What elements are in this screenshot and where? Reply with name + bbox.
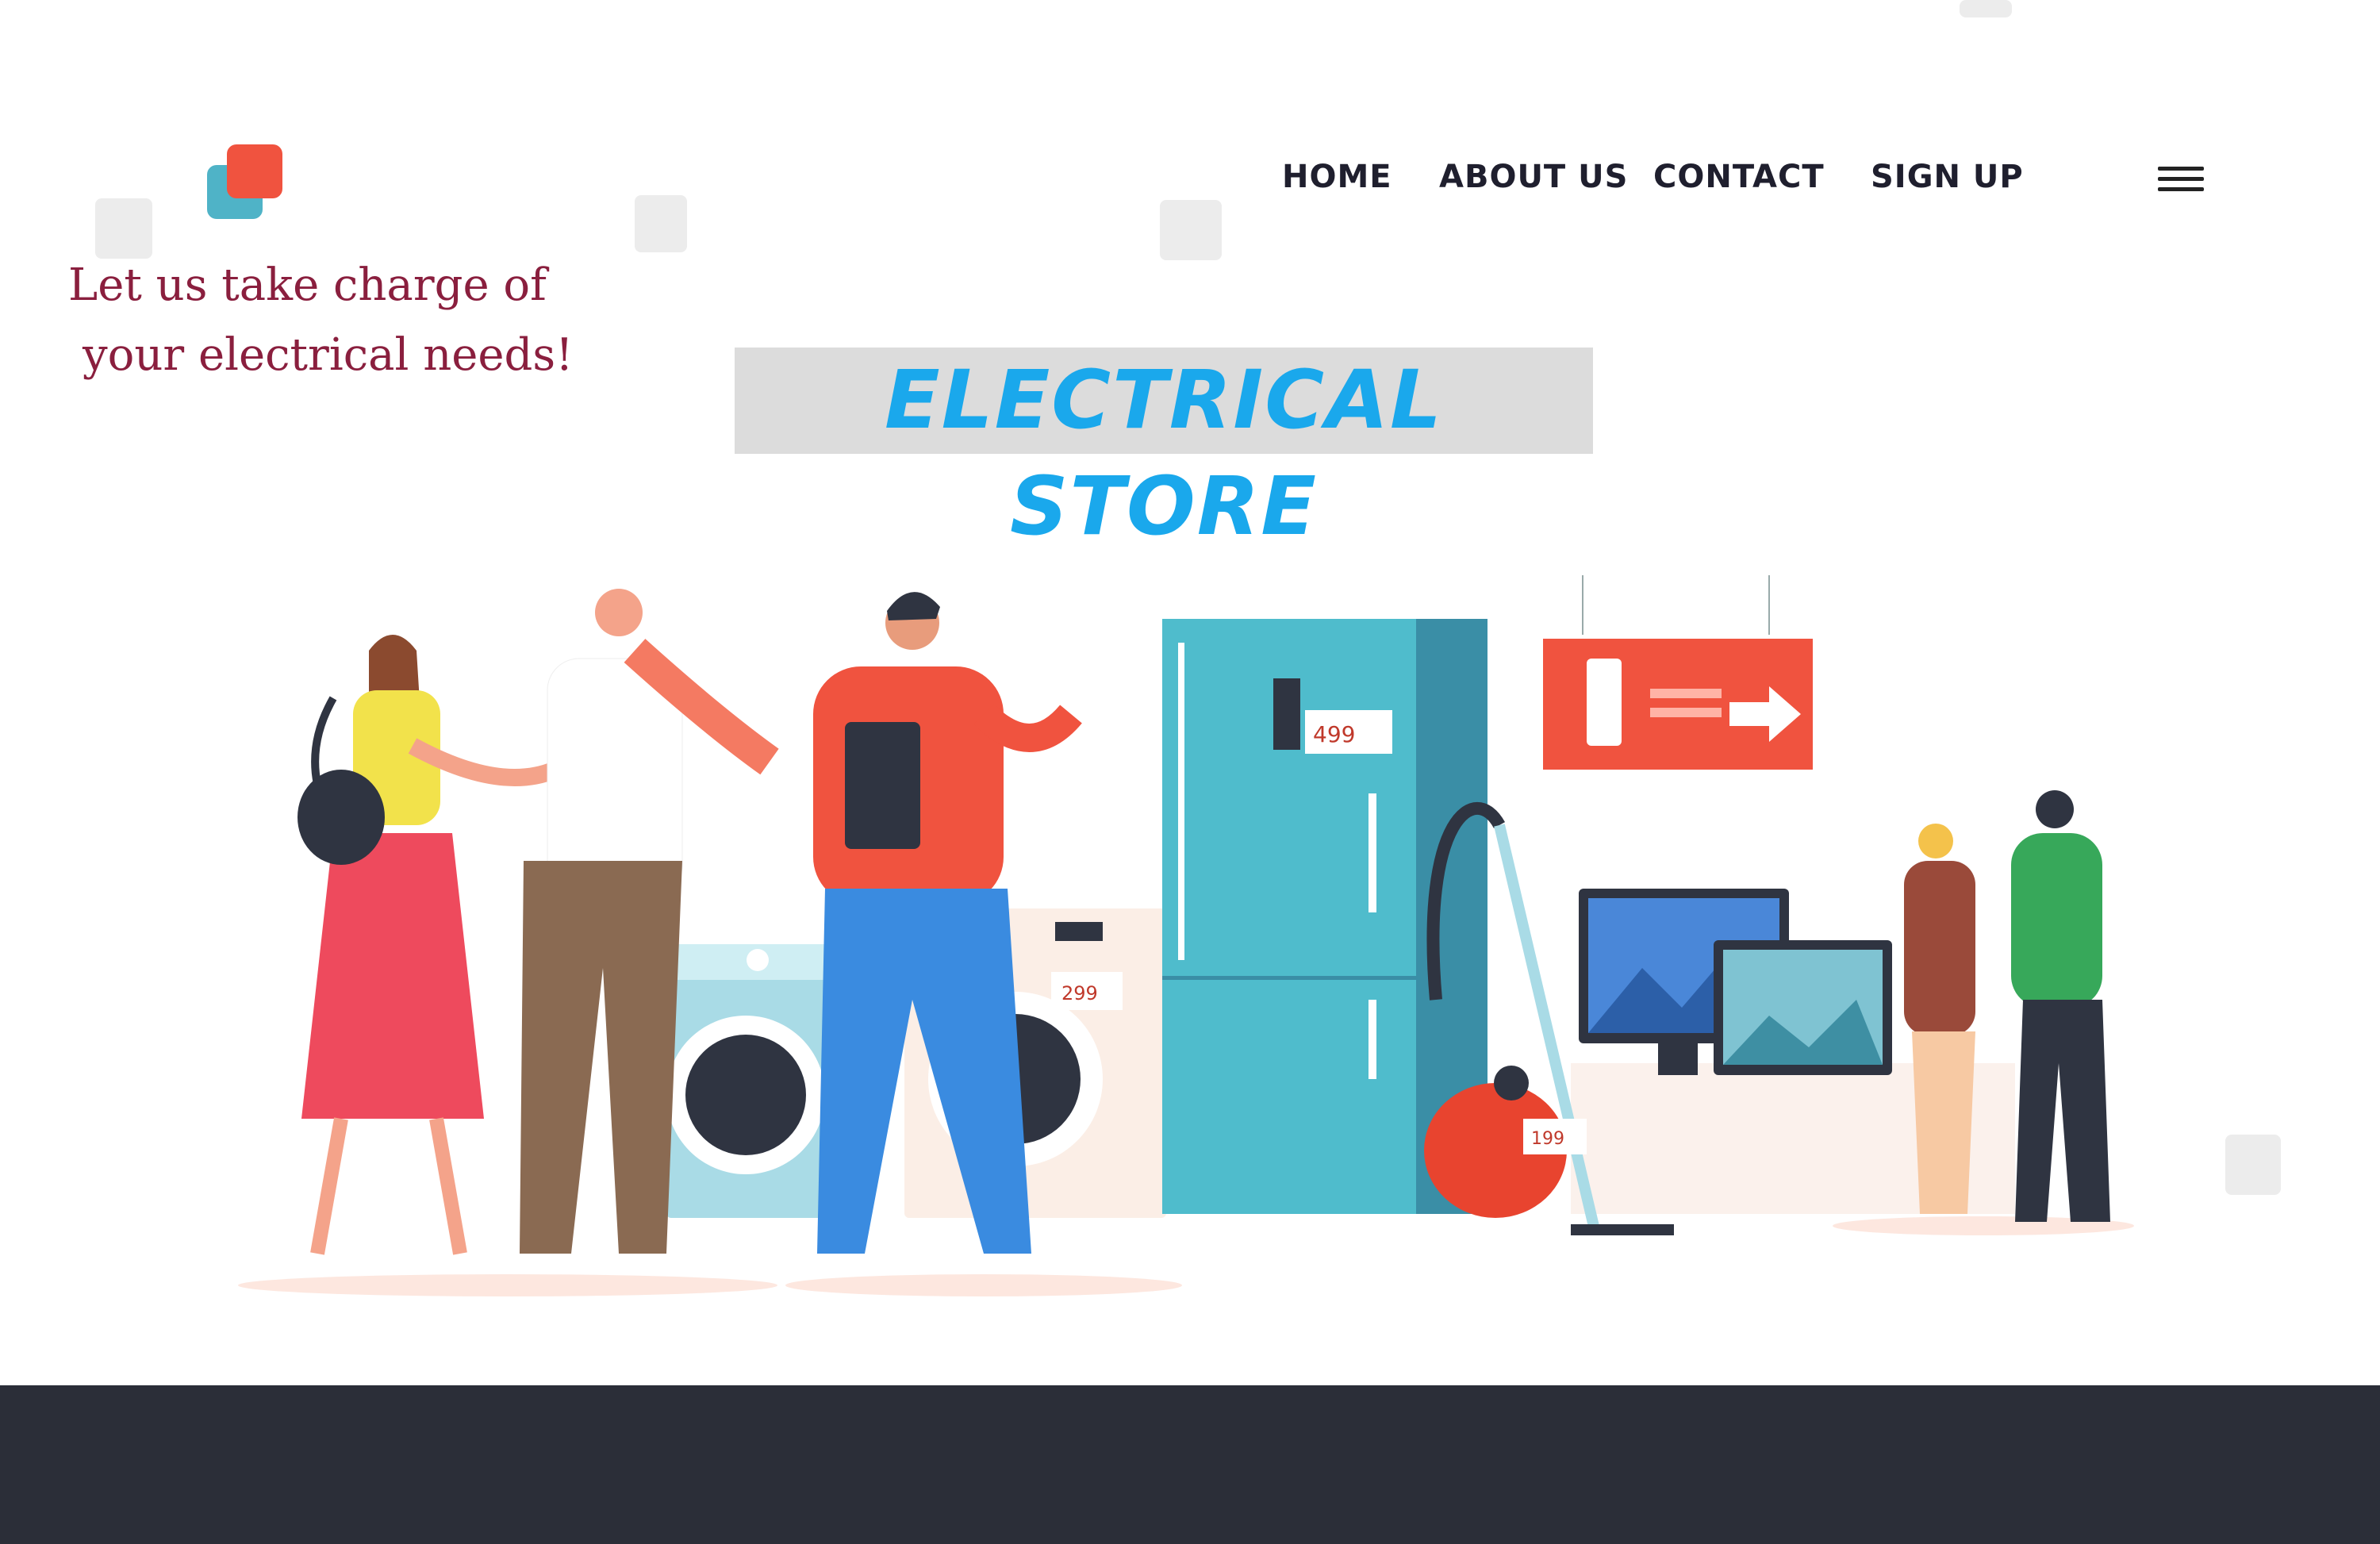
decor-square	[635, 195, 687, 252]
tv-icon	[1579, 889, 1892, 1075]
logo-red-square	[227, 144, 282, 198]
nav-contact[interactable]: CONTACT	[1653, 159, 1825, 195]
footer-bar	[0, 1385, 2380, 1544]
customer-woman-icon	[298, 635, 559, 1255]
tagline: Let us take charge of your electrical ne…	[68, 251, 608, 390]
hamburger-menu-icon[interactable]	[2158, 167, 2204, 194]
logo[interactable]	[205, 143, 284, 222]
store-illustration: 299 499 199	[238, 575, 2134, 1296]
decor-square	[95, 198, 152, 259]
nav-about-us[interactable]: ABOUT US	[1439, 159, 1628, 195]
tagline-line-1: Let us take charge of	[68, 259, 547, 311]
nav-home[interactable]: HOME	[1282, 159, 1392, 195]
price-tag-199: 199	[1531, 1129, 1564, 1149]
decor-square	[1160, 200, 1222, 260]
price-tag-299: 299	[1061, 982, 1098, 1004]
decor-square	[1960, 0, 2012, 17]
decor-square	[2225, 1135, 2281, 1195]
price-tag-499: 499	[1313, 721, 1355, 747]
page-title: ELECTRICAL STORE	[884, 353, 1444, 554]
tagline-line-2: your electrical needs!	[83, 329, 574, 381]
nav-sign-up[interactable]: SIGN UP	[1871, 159, 2024, 195]
blender-sign-icon	[1543, 575, 1813, 770]
